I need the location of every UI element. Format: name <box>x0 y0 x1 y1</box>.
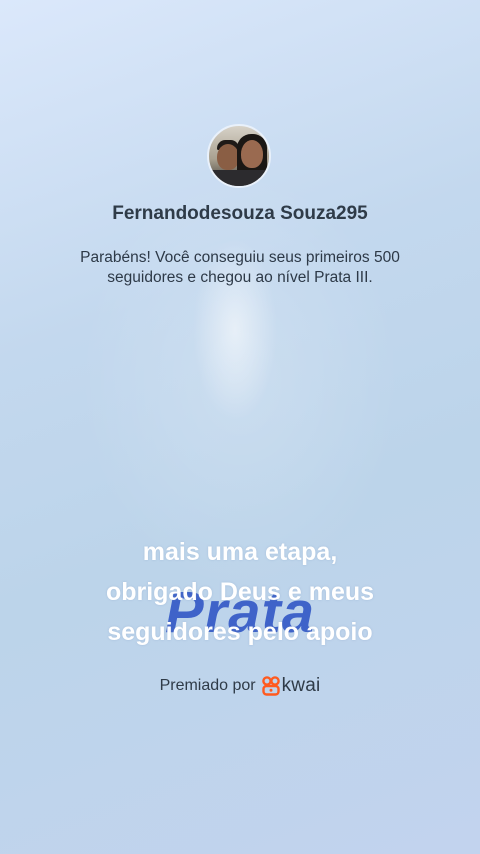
avatar[interactable] <box>207 124 271 188</box>
caption-line: seguidores pelo apoio <box>107 618 373 646</box>
kwai-logo-icon <box>261 676 280 696</box>
caption-line: mais uma etapa, <box>142 538 338 566</box>
username: Fernandodesouza Souza295 <box>112 203 368 224</box>
achievement-message: Parabéns! Você conseguiu seus primeiros … <box>80 249 400 286</box>
user-caption: mais uma etapa, obrigado Deus e meus seg… <box>0 532 480 652</box>
awarded-by-label: Premiado por <box>159 677 256 694</box>
awarded-by: Premiado por kwai <box>0 675 480 697</box>
kwai-logo: kwai <box>261 675 321 697</box>
kwai-wordmark: kwai <box>281 675 321 696</box>
caption-line: obrigado Deus e meus <box>105 578 375 606</box>
